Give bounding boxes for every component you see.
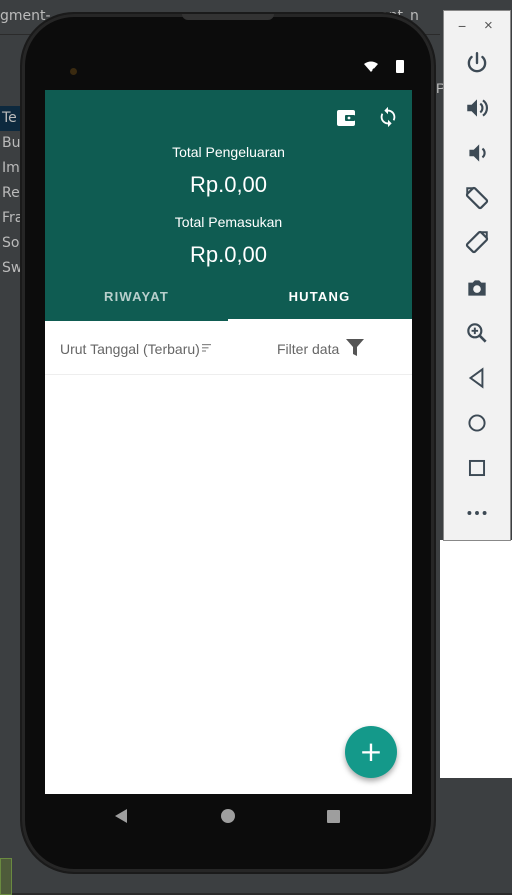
income-label: Total Pemasukan — [174, 214, 283, 230]
app-screen: Total Pengeluaran Rp.0,00 Total Pemasuka… — [45, 90, 412, 794]
sort-filter-bar: Urut Tanggal (Terbaru) Filter data — [45, 321, 412, 375]
overview-icon[interactable] — [464, 455, 490, 481]
ide-right-panel — [440, 540, 512, 778]
filter-icon[interactable] — [346, 339, 364, 356]
sort-icon[interactable] — [202, 344, 211, 352]
front-camera — [70, 68, 77, 75]
nav-home-icon[interactable] — [221, 809, 235, 823]
expense-value: Rp.0,00 — [189, 172, 268, 197]
app-header: Total Pengeluaran Rp.0,00 Total Pemasuka… — [45, 90, 412, 321]
nav-back-icon[interactable] — [114, 809, 128, 823]
nav-recents-icon[interactable] — [327, 810, 340, 823]
sync-icon[interactable] — [377, 106, 399, 128]
wallet-icon[interactable] — [335, 107, 357, 129]
volume-up-icon[interactable] — [464, 95, 490, 121]
camera-icon[interactable] — [464, 275, 490, 301]
phone-speaker — [182, 14, 274, 20]
battery-icon — [396, 60, 404, 73]
volume-down-icon[interactable] — [464, 140, 490, 166]
ide-status-indicator — [0, 858, 12, 895]
expense-label: Total Pengeluaran — [172, 144, 285, 160]
more-icon[interactable] — [464, 500, 490, 526]
rotate-left-icon[interactable] — [464, 185, 490, 211]
sort-button[interactable]: Urut Tanggal (Terbaru) — [60, 341, 200, 357]
rotate-right-icon[interactable] — [464, 229, 490, 255]
wifi-icon — [364, 61, 378, 73]
tab-riwayat[interactable]: RIWAYAT — [45, 289, 228, 304]
close-button[interactable]: × — [484, 17, 493, 34]
add-button[interactable]: + — [345, 726, 397, 778]
filter-button[interactable]: Filter data — [277, 341, 339, 357]
power-icon[interactable] — [464, 50, 490, 76]
phone-frame: Total Pengeluaran Rp.0,00 Total Pemasuka… — [22, 14, 434, 872]
income-value: Rp.0,00 — [189, 242, 268, 267]
ide-tab-left[interactable]: gment- — [0, 8, 51, 24]
zoom-icon[interactable] — [464, 320, 490, 346]
home-icon[interactable] — [464, 410, 490, 436]
minimize-button[interactable]: − — [458, 18, 466, 34]
add-icon: + — [359, 735, 383, 768]
emulator-toolbar: − × — [443, 10, 511, 541]
emulator-titlebar: − × — [444, 11, 510, 45]
tab-hutang[interactable]: HUTANG — [228, 289, 411, 304]
back-icon[interactable] — [464, 365, 490, 391]
